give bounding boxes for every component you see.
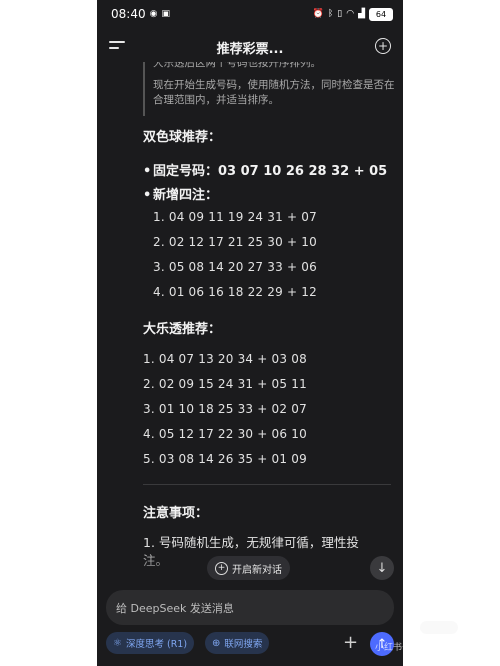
message-input[interactable]: 给 DeepSeek 发送消息 [106,590,394,625]
reasoning-block: 大乐透后区两个号码也按升序排列。 现在开始生成号码，使用随机方法，同时检查是否在… [143,62,398,116]
bullet-dot: • [143,164,152,179]
status-left: 08:40 ◉ ▣ [111,7,170,21]
deep-think-label: 深度思考 (R1) [125,639,188,650]
reasoning-paragraph: 现在开始生成号码，使用随机方法，同时检查是否在合理范围内，并适当排序。 [153,79,395,106]
chat-content[interactable]: 大乐透后区两个号码也按升序排列。 现在开始生成号码，使用随机方法，同时检查是否在… [97,62,403,582]
web-search-toggle[interactable]: ⊕ 联网搜索 [205,632,270,654]
phone-screen: 08:40 ◉ ▣ ⏰ ᛒ ▯ ◠ ▟ 64 推荐彩票... + 大乐透后区两个… [97,0,403,666]
ssq-item: 1. 04 09 11 19 24 31 + 07 [153,210,317,224]
ssq-fixed-label: 固定号码：03 07 10 26 28 32 + 05 [153,164,388,179]
globe-icon: ⊕ [212,637,221,649]
plus-icon: + [343,632,359,653]
signal-icon: ▟ [358,9,365,19]
atom-icon: ⚛ [113,637,122,649]
status-time: 08:40 [111,7,146,21]
message-placeholder: 给 DeepSeek 发送消息 [116,601,234,615]
ssq-extra-label: 新增四注： [153,188,219,203]
ssq-item: 2. 02 12 17 21 25 30 + 10 [153,235,317,249]
bluetooth-icon: ᛒ [327,9,334,19]
dlt-item: 5. 03 08 14 26 35 + 01 09 [143,452,307,466]
deep-think-toggle[interactable]: ⚛ 深度思考 (R1) [106,632,195,654]
vibrate-icon: ▯ [337,9,343,19]
dlt-item: 1. 04 07 13 20 34 + 03 08 [143,352,307,366]
dlt-heading: 大乐透推荐： [143,322,222,337]
ssq-heading: 双色球推荐： [143,130,222,145]
divider [143,484,391,485]
battery-indicator: 64 [369,7,393,21]
dlt-item: 4. 05 12 17 22 30 + 06 10 [143,427,307,441]
conversation-title[interactable]: 推荐彩票... [217,38,284,57]
ssq-item: 4. 01 06 16 18 22 29 + 12 [153,285,317,299]
dlt-item: 2. 02 09 15 24 31 + 05 11 [143,377,307,391]
ssq-extra: • 新增四注： [143,184,218,203]
bullet-dot: • [143,188,152,203]
watermark: 小红书号：1674313123 [375,643,478,653]
new-chat-label: 开启新对话 [232,564,282,576]
new-chat-button[interactable]: + 开启新对话 [207,556,290,580]
watermark-badge [420,621,458,634]
menu-icon[interactable] [109,40,125,52]
arrow-down-icon: ↓ [376,560,388,576]
eye-icon: ◉ [149,9,158,19]
web-search-label: 联网搜索 [224,639,263,650]
plus-circle-icon: + [215,561,228,575]
notes-heading: 注意事项： [143,506,209,521]
dlt-item: 3. 01 10 18 25 33 + 02 07 [143,402,307,416]
attach-button[interactable]: + [343,632,358,654]
new-chat-icon[interactable]: + [375,38,391,54]
nfc-icon: ▣ [161,9,170,19]
reasoning-line: 大乐透后区两个号码也按升序排列。 [153,62,321,69]
app-bar: 推荐彩票... + [97,30,403,64]
ssq-fixed: • 固定号码：03 07 10 26 28 32 + 05 [143,160,387,179]
status-bar: 08:40 ◉ ▣ ⏰ ᛒ ▯ ◠ ▟ 64 [97,0,403,28]
alarm-icon: ⏰ [312,9,324,19]
scroll-down-button[interactable]: ↓ [370,556,394,580]
ssq-item: 3. 05 08 14 20 27 33 + 06 [153,260,317,274]
status-right: ⏰ ᛒ ▯ ◠ ▟ 64 [312,7,393,21]
wifi-icon: ◠ [346,9,355,19]
